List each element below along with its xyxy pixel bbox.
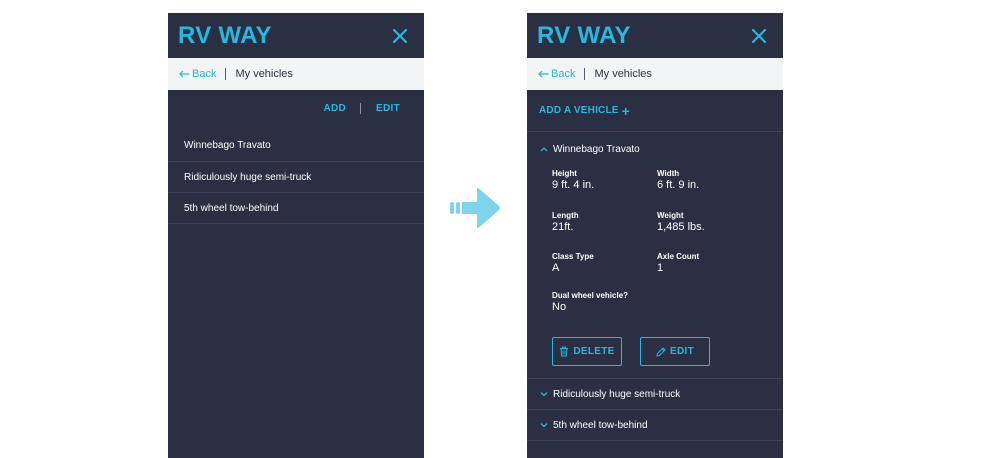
spec-value: 1 <box>657 262 664 274</box>
back-label: Back <box>192 68 217 80</box>
spec-value: No <box>552 301 567 313</box>
spec-value: 9 ft. 4 in. <box>552 179 595 191</box>
spec-length: Length 21ft. <box>552 211 579 233</box>
delete-button[interactable]: DELETE <box>552 337 622 366</box>
spec-label: Dual wheel vehicle? <box>552 291 629 300</box>
arrow-left-icon <box>538 70 549 78</box>
plus-icon: + <box>621 102 631 119</box>
vehicle-row-winnebago[interactable]: Winnebago Travato <box>168 130 424 162</box>
list-actions: ADD EDIT <box>168 90 424 126</box>
arrow-left-icon <box>179 70 190 78</box>
vehicle-name: Winnebago Travato <box>553 143 640 155</box>
add-vehicle-label: ADD A VEHICLE <box>539 105 619 116</box>
vehicle-accordion-winnebago[interactable]: Winnebago Travato <box>527 132 783 166</box>
vehicle-row-5th-wheel[interactable]: 5th wheel tow-behind <box>168 193 424 224</box>
right-arrow-icon <box>450 187 500 229</box>
spec-class-type: Class Type A <box>552 252 594 274</box>
actions-divider <box>360 102 362 114</box>
spec-label: Width <box>657 169 680 178</box>
vehicles-list-screen: RV WAY Back My vehicles ADD EDIT Winneba… <box>168 13 424 458</box>
edit-label: EDIT <box>670 346 694 357</box>
chevron-down-icon <box>540 423 548 428</box>
spec-value: A <box>552 262 560 274</box>
vehicle-row-semi-truck[interactable]: Ridiculously huge semi-truck <box>168 162 424 193</box>
spec-label: Height <box>552 169 577 178</box>
breadcrumb-divider <box>584 68 586 80</box>
breadcrumb-current: My vehicles <box>594 68 652 80</box>
brand-logo: RV WAY <box>178 21 272 49</box>
spec-axle-count: Axle Count 1 <box>657 252 699 274</box>
spec-dual-wheel: Dual wheel vehicle? No <box>552 291 628 313</box>
add-button[interactable]: ADD <box>323 103 346 114</box>
list-divider <box>527 440 783 441</box>
spec-label: Weight <box>657 211 684 220</box>
add-vehicle-button[interactable]: ADD A VEHICLE + <box>527 90 783 132</box>
brand-logo: RV WAY <box>537 21 631 49</box>
trash-icon <box>560 346 569 357</box>
vehicle-accordion-semi-truck[interactable]: Ridiculously huge semi-truck <box>527 378 783 409</box>
spec-width: Width 6 ft. 9 in. <box>657 169 699 191</box>
back-link[interactable]: Back <box>538 68 575 80</box>
spec-label: Length <box>552 211 579 220</box>
stage: RV WAY Back My vehicles ADD EDIT Winneba… <box>0 0 983 458</box>
vehicle-list: Winnebago Travato Ridiculously huge semi… <box>168 130 424 224</box>
spec-value: 21ft. <box>552 221 574 233</box>
spec-label: Class Type <box>552 252 594 261</box>
breadcrumb: Back My vehicles <box>527 58 783 90</box>
spec-value: 1,485 lbs. <box>657 221 705 233</box>
spec-label: Axle Count <box>657 252 700 261</box>
close-icon[interactable] <box>390 26 410 46</box>
app-header: RV WAY <box>168 13 424 58</box>
edit-button[interactable]: EDIT <box>376 103 400 114</box>
vehicle-name: Ridiculously huge semi-truck <box>553 388 681 400</box>
spec-height: Height 9 ft. 4 in. <box>552 169 594 191</box>
chevron-up-icon <box>540 147 548 152</box>
app-header: RV WAY <box>527 13 783 58</box>
edit-vehicle-button[interactable]: EDIT <box>640 337 710 366</box>
vehicle-name: 5th wheel tow-behind <box>553 419 648 431</box>
close-icon[interactable] <box>749 26 769 46</box>
breadcrumb-divider <box>225 68 227 80</box>
vehicle-detail-screen: RV WAY Back My vehicles ADD A VEHICLE + … <box>527 13 783 458</box>
pencil-icon <box>656 346 666 357</box>
breadcrumb-current: My vehicles <box>235 68 293 80</box>
spec-weight: Weight 1,485 lbs. <box>657 211 705 233</box>
back-label: Back <box>551 68 576 80</box>
vehicle-accordion-5th-wheel[interactable]: 5th wheel tow-behind <box>527 409 783 440</box>
back-link[interactable]: Back <box>179 68 216 80</box>
delete-label: DELETE <box>573 346 615 357</box>
breadcrumb: Back My vehicles <box>168 58 424 90</box>
vehicle-details: Height 9 ft. 4 in. Width 6 ft. 9 in. Len… <box>527 166 783 378</box>
chevron-down-icon <box>540 392 548 397</box>
spec-value: 6 ft. 9 in. <box>657 179 700 191</box>
